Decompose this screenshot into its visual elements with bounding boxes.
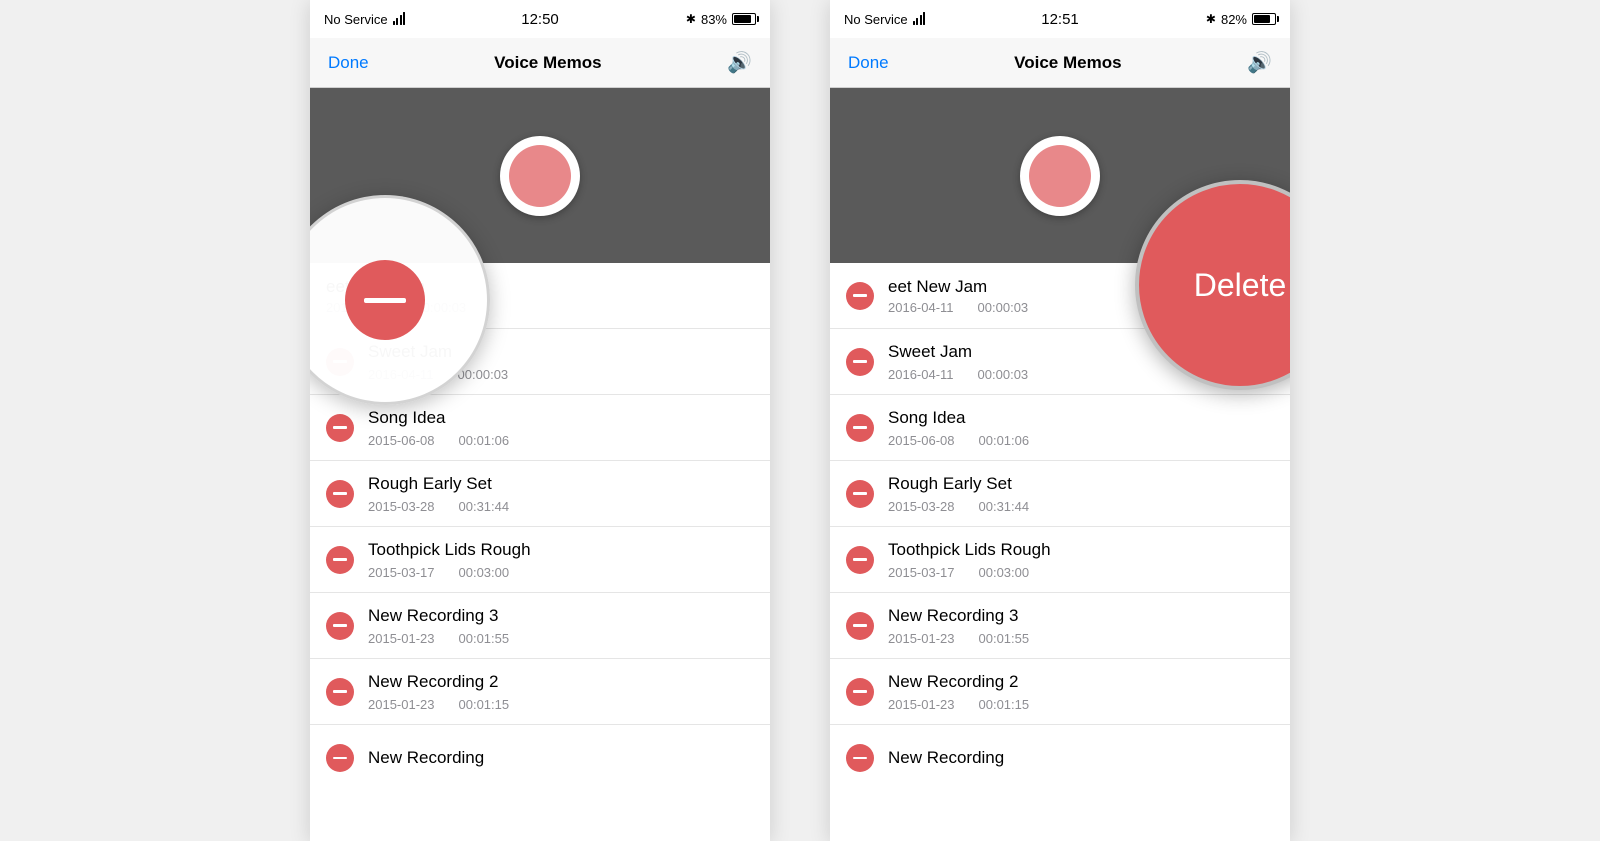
nav-title-left: Voice Memos xyxy=(494,53,601,73)
status-left: No Service xyxy=(324,12,405,27)
battery-fill-right xyxy=(1254,15,1270,23)
record-button-inner-left xyxy=(509,145,571,207)
speaker-icon-left[interactable]: 🔊 xyxy=(727,50,752,75)
carrier-text: No Service xyxy=(324,12,388,27)
bluetooth-icon: ✱ xyxy=(686,12,696,26)
minus-button-7-right[interactable] xyxy=(846,744,874,772)
recording-duration: 00:01:06 xyxy=(459,433,510,448)
battery-icon xyxy=(732,13,756,25)
status-time: 12:50 xyxy=(521,11,559,28)
magnified-minus-btn[interactable] xyxy=(345,260,425,340)
status-right-right: ✱ 82% xyxy=(1206,12,1276,27)
recording-name: New Recording 3 xyxy=(888,605,1274,627)
battery-fill xyxy=(734,15,751,23)
partial-date-right: 2016-04-11 xyxy=(888,300,954,315)
status-right: ✱ 83% xyxy=(686,12,756,27)
done-button-left[interactable]: Done xyxy=(328,53,369,73)
list-item: New Recording 2 2015-01-23 00:01:15 xyxy=(830,659,1290,725)
nav-title-right: Voice Memos xyxy=(1014,53,1121,73)
minus-button-5-left[interactable] xyxy=(326,612,354,640)
recording-name: Rough Early Set xyxy=(368,473,754,495)
carrier-text-right: No Service xyxy=(844,12,908,27)
minus-button-3-left[interactable] xyxy=(326,480,354,508)
minus-button-7-left[interactable] xyxy=(326,744,354,772)
wifi-icon xyxy=(393,13,406,25)
recording-duration: 00:01:55 xyxy=(459,631,510,646)
done-button-right[interactable]: Done xyxy=(848,53,889,73)
minus-button-4-right[interactable] xyxy=(846,546,874,574)
recording-name: Toothpick Lids Rough xyxy=(888,539,1274,561)
minus-button-6-right[interactable] xyxy=(846,678,874,706)
list-item: New Recording xyxy=(310,725,770,791)
phone-panel-right: No Service 12:51 ✱ 82% Done Voice Memos … xyxy=(830,0,1290,841)
record-button-inner-right xyxy=(1029,145,1091,207)
minus-button-3-right[interactable] xyxy=(846,480,874,508)
minus-button-5-right[interactable] xyxy=(846,612,874,640)
recording-duration: 00:03:00 xyxy=(979,565,1030,580)
recording-date: 2015-03-28 xyxy=(888,499,955,514)
recording-duration: 00:01:06 xyxy=(979,433,1030,448)
recording-duration: 00:01:15 xyxy=(459,697,510,712)
recording-date: 2015-01-23 xyxy=(888,697,955,712)
recording-date: 2015-01-23 xyxy=(368,697,435,712)
recording-date: 2015-06-08 xyxy=(888,433,955,448)
recording-date: 2015-01-23 xyxy=(368,631,435,646)
recording-name: New Recording 3 xyxy=(368,605,754,627)
list-item: New Recording 3 2015-01-23 00:01:55 xyxy=(310,593,770,659)
list-item: New Recording 3 2015-01-23 00:01:55 xyxy=(830,593,1290,659)
recording-date: 2015-03-28 xyxy=(368,499,435,514)
recording-date: 2015-01-23 xyxy=(888,631,955,646)
recording-name: New Recording 2 xyxy=(368,671,754,693)
record-button-outer-right[interactable] xyxy=(1020,136,1100,216)
recording-duration: 00:00:03 xyxy=(978,367,1029,382)
partial-duration-right: 00:00:03 xyxy=(978,300,1029,315)
minus-button-1-right[interactable] xyxy=(846,348,874,376)
minus-button-6-left[interactable] xyxy=(326,678,354,706)
record-button-outer-left[interactable] xyxy=(500,136,580,216)
phone-panel-left: No Service 12:50 ✱ 83% Done Voice Memos … xyxy=(310,0,770,841)
nav-bar-left: Done Voice Memos 🔊 xyxy=(310,38,770,88)
recording-name: New Recording 2 xyxy=(888,671,1274,693)
recording-duration: 00:01:55 xyxy=(979,631,1030,646)
list-item: Rough Early Set 2015-03-28 00:31:44 xyxy=(310,461,770,527)
recording-duration: 00:03:00 xyxy=(459,565,510,580)
list-item: Song Idea 2015-06-08 00:01:06 xyxy=(310,395,770,461)
nav-bar-right: Done Voice Memos 🔊 xyxy=(830,38,1290,88)
recording-name: Rough Early Set xyxy=(888,473,1274,495)
recording-duration: 00:31:44 xyxy=(979,499,1030,514)
list-item: New Recording 2 2015-01-23 00:01:15 xyxy=(310,659,770,725)
recording-name: Toothpick Lids Rough xyxy=(368,539,754,561)
recording-duration: 00:01:15 xyxy=(979,697,1030,712)
battery-icon-right xyxy=(1252,13,1276,25)
list-item: Toothpick Lids Rough 2015-03-17 00:03:00 xyxy=(310,527,770,593)
recording-date: 2015-06-08 xyxy=(368,433,435,448)
recording-duration: 00:00:03 xyxy=(458,367,509,382)
speaker-icon-right[interactable]: 🔊 xyxy=(1247,50,1272,75)
battery-pct-right: 82% xyxy=(1221,12,1247,27)
recording-date: 2015-03-17 xyxy=(368,565,435,580)
minus-button-top-right[interactable] xyxy=(846,282,874,310)
recording-duration: 00:31:44 xyxy=(459,499,510,514)
minus-button-4-left[interactable] xyxy=(326,546,354,574)
battery-pct: 83% xyxy=(701,12,727,27)
minus-button-2-right[interactable] xyxy=(846,414,874,442)
bluetooth-icon-right: ✱ xyxy=(1206,12,1216,26)
recording-date: 2016-04-11 xyxy=(888,367,954,382)
recording-date: 2015-03-17 xyxy=(888,565,955,580)
delete-label: Delete xyxy=(1194,267,1287,304)
list-item: Rough Early Set 2015-03-28 00:31:44 xyxy=(830,461,1290,527)
recording-name: Song Idea xyxy=(888,407,1274,429)
status-bar-right: No Service 12:51 ✱ 82% xyxy=(830,0,1290,38)
status-left-right: No Service xyxy=(844,12,925,27)
minus-button-2-left[interactable] xyxy=(326,414,354,442)
list-item: Toothpick Lids Rough 2015-03-17 00:03:00 xyxy=(830,527,1290,593)
recording-name: New Recording xyxy=(368,747,754,769)
list-item: Song Idea 2015-06-08 00:01:06 xyxy=(830,395,1290,461)
status-bar-left: No Service 12:50 ✱ 83% xyxy=(310,0,770,38)
recording-name: Song Idea xyxy=(368,407,754,429)
list-item: New Recording xyxy=(830,725,1290,791)
recording-name: New Recording xyxy=(888,747,1274,769)
status-time-right: 12:51 xyxy=(1041,11,1079,28)
wifi-icon-right xyxy=(913,13,926,25)
